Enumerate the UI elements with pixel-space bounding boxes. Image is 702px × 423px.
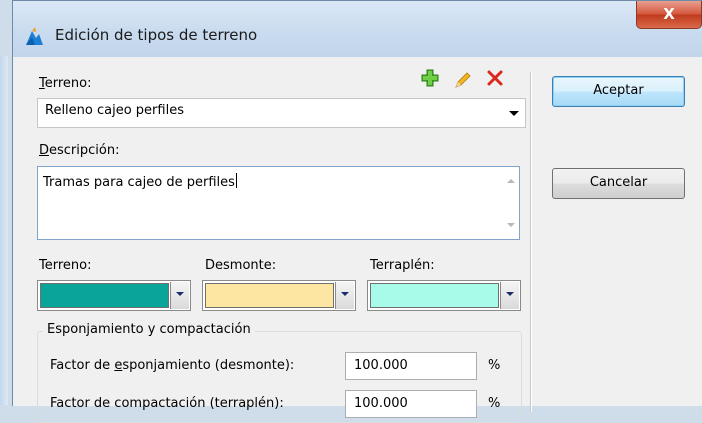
esponjamiento-input[interactable]: 100.000 (345, 352, 477, 380)
terraplen-color-label: Terraplén: (370, 258, 435, 273)
add-icon[interactable] (420, 68, 440, 88)
close-button[interactable]: X (636, 1, 702, 29)
descripcion-text: Tramas para cajeo de perfiles (43, 175, 235, 190)
terraplen-color-picker[interactable] (367, 280, 521, 311)
desmonte-color-label: Desmonte: (205, 258, 277, 273)
terreno-color-label: Terreno: (39, 258, 92, 273)
chevron-down-icon (509, 111, 519, 116)
compactacion-input[interactable]: 100.000 (345, 390, 477, 418)
groupbox-title: Esponjamiento y compactación (43, 322, 255, 337)
text-caret (235, 173, 237, 188)
edit-icon[interactable] (453, 70, 473, 90)
vertical-separator (530, 72, 531, 412)
cancel-button[interactable]: Cancelar (552, 168, 685, 199)
terreno-color-dropdown[interactable] (170, 282, 189, 309)
compactacion-unit: % (488, 396, 501, 411)
terraplen-color-dropdown[interactable] (500, 282, 519, 309)
esponjamiento-label: Factor de esponjamiento (desmonte): (50, 358, 295, 373)
window-title: Edición de tipos de terreno (55, 26, 258, 44)
chevron-down-icon (506, 292, 514, 296)
descripcion-textarea[interactable]: Tramas para cajeo de perfiles (37, 166, 520, 240)
terreno-select[interactable]: Relleno cajeo perfiles (37, 98, 526, 128)
esponjamiento-unit: % (488, 358, 501, 373)
desmonte-color-picker[interactable] (202, 280, 356, 311)
textarea-scrollbar[interactable] (502, 167, 519, 239)
scroll-up-icon[interactable] (507, 179, 515, 183)
app-icon (26, 27, 43, 45)
title-bar[interactable]: Edición de tipos de terreno X (13, 1, 702, 57)
accept-button[interactable]: Aceptar (552, 76, 685, 107)
compactacion-label: Factor de compactación (terraplén): (50, 396, 284, 411)
delete-icon[interactable] (485, 68, 505, 88)
terreno-label: Terreno: (39, 76, 92, 91)
window-border (0, 56, 8, 405)
terreno-color-swatch (40, 283, 169, 308)
chevron-down-icon (176, 292, 184, 296)
scroll-down-icon[interactable] (507, 223, 515, 227)
close-icon: X (663, 5, 675, 23)
desmonte-color-dropdown[interactable] (335, 282, 354, 309)
chevron-down-icon (341, 292, 349, 296)
descripcion-label: Descripción: (39, 143, 120, 158)
terraplen-color-swatch (370, 283, 499, 308)
desmonte-color-swatch (205, 283, 334, 308)
terreno-color-picker[interactable] (37, 280, 191, 311)
terreno-selected-value: Relleno cajeo perfiles (45, 103, 184, 118)
